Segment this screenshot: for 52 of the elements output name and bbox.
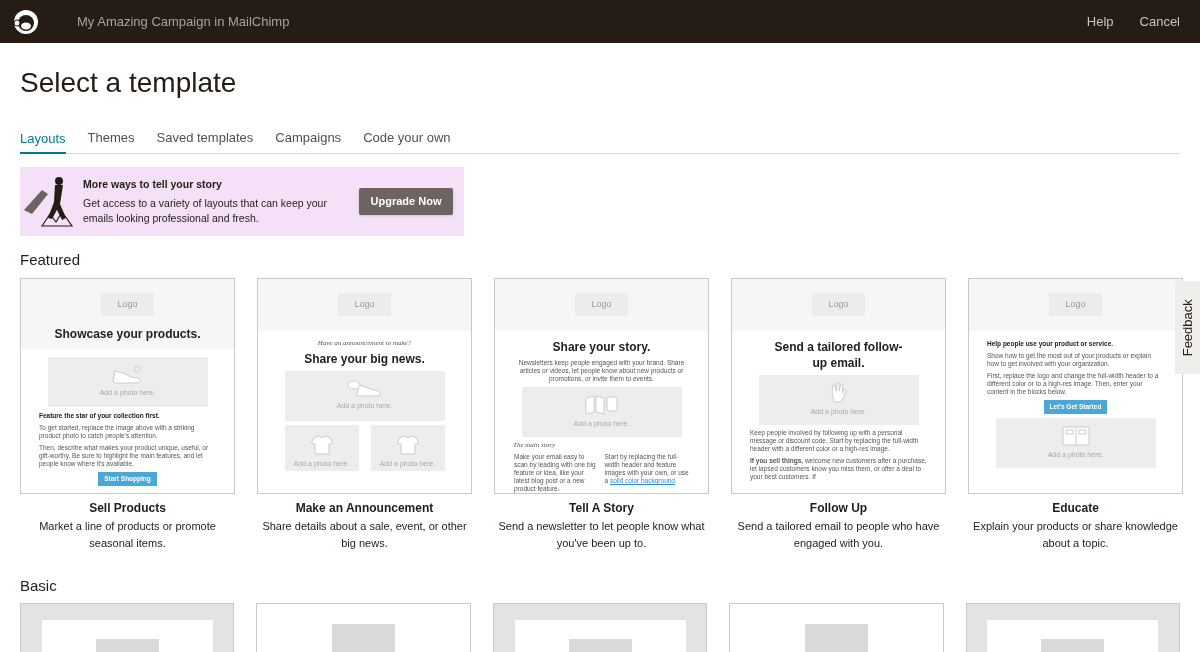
email-heading: Share your big news.: [303, 351, 426, 367]
template-name: Educate: [1052, 500, 1099, 516]
tab[interactable]: Layouts: [20, 129, 66, 154]
template-name: Tell A Story: [569, 500, 634, 516]
logo-placeholder: Logo: [338, 293, 391, 316]
template-preview[interactable]: [492, 603, 708, 652]
logo-placeholder: Logo: [575, 293, 628, 316]
banner-text: Get access to a variety of layouts that can keep your emails looking professional and fresh.: [83, 196, 328, 227]
logo-icon[interactable]: [12, 7, 40, 36]
email-heading: Send a tailored follow-up email.: [773, 339, 904, 371]
tab[interactable]: Campaigns: [275, 129, 342, 153]
template-name: Follow Up: [809, 500, 868, 516]
banner-title: More ways to tell your story: [83, 176, 223, 192]
email-heading: Showcase your products.: [53, 326, 202, 342]
logo-placeholder: Logo: [812, 293, 865, 316]
template-preview[interactable]: [968, 278, 1183, 494]
shirt-icon: [309, 434, 334, 455]
template-description: Market a line of products or promote seasonal items.: [38, 519, 217, 551]
book-icon: [1061, 425, 1090, 446]
shoe-icon: [347, 380, 382, 398]
template-description: Explain your products or share knowledge about a topic.: [972, 519, 1179, 551]
header-link[interactable]: Help: [1086, 11, 1114, 32]
tab[interactable]: Saved templates: [156, 129, 254, 153]
map-icon: [585, 394, 618, 415]
section-title: Basic: [20, 576, 58, 596]
section-title: Featured: [20, 250, 82, 270]
logo-placeholder: Logo: [101, 293, 154, 316]
upgrade-button[interactable]: Upgrade Now: [359, 188, 453, 215]
template-description: Send a tailored email to people who have engaged with you.: [736, 519, 941, 551]
logo-placeholder: Logo: [1049, 293, 1102, 316]
template-preview[interactable]: [965, 603, 1181, 652]
email-heading: Share your story.: [551, 339, 652, 355]
template-preview[interactable]: [20, 278, 235, 494]
template-preview[interactable]: [731, 278, 946, 494]
campaign-title: My Amazing Campaign in MailChimp: [77, 12, 290, 31]
template-description: Send a newsletter to let people know what you've been up to.: [497, 519, 706, 551]
template-preview[interactable]: [256, 603, 471, 652]
shoe-icon: [112, 365, 143, 385]
shirt-icon: [395, 434, 420, 455]
hand-icon: [830, 382, 847, 404]
header-link[interactable]: Cancel: [1139, 11, 1180, 32]
page-title: Select a template: [20, 66, 238, 100]
template-preview[interactable]: [729, 603, 944, 652]
template-name: Make an Announcement: [295, 500, 434, 516]
template-preview[interactable]: [20, 603, 235, 652]
template-preview[interactable]: [494, 278, 709, 494]
tab[interactable]: Code your own: [363, 129, 451, 153]
tab[interactable]: Themes: [87, 129, 135, 153]
template-description: Share details about a sale, event, or other big news.: [261, 519, 468, 551]
feedback-tab[interactable]: Feedback: [1175, 281, 1200, 374]
template-name: Sell Products: [89, 500, 166, 516]
feedback-label: Feedback: [1178, 298, 1196, 357]
